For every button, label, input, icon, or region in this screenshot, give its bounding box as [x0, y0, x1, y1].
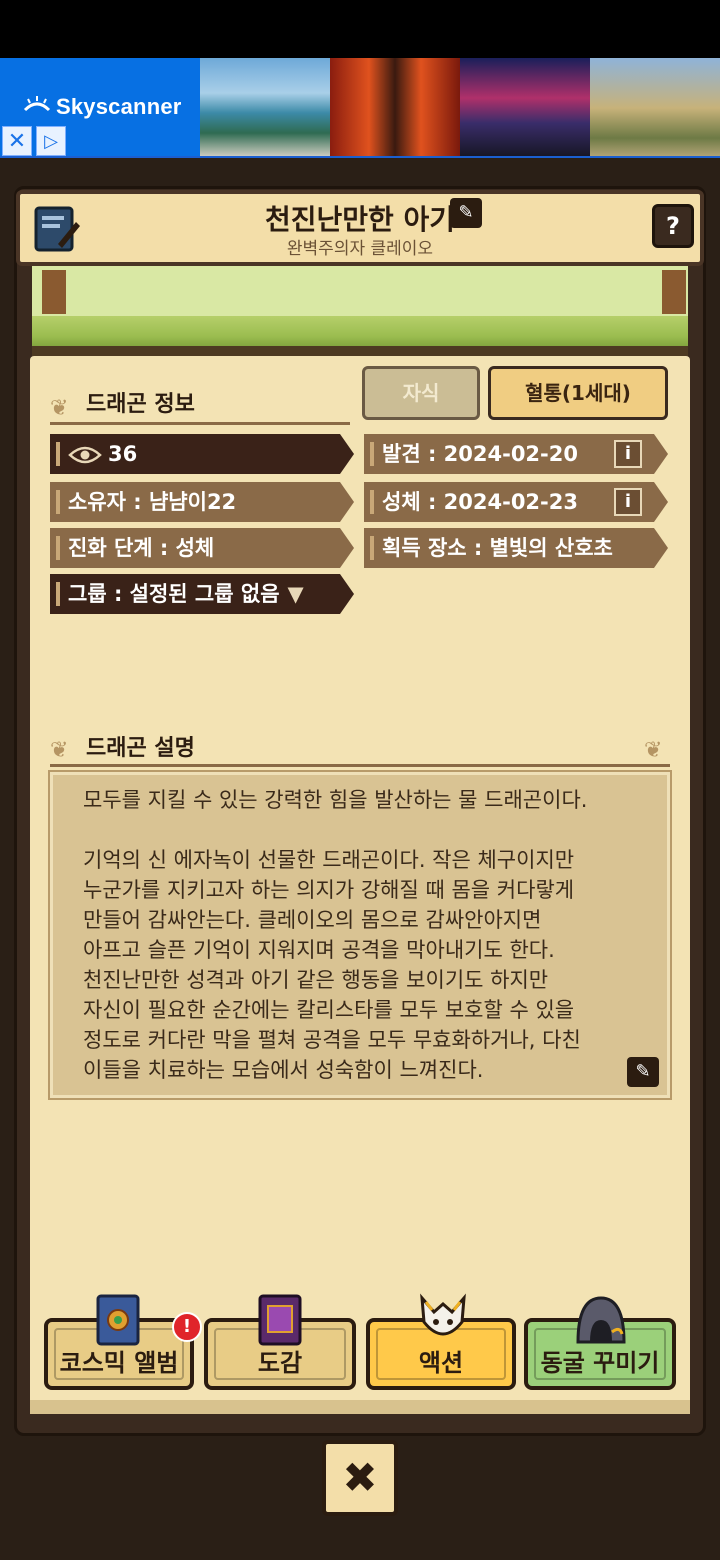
edit-description-button[interactable]: ✎ — [627, 1057, 659, 1087]
help-button[interactable]: ? — [652, 204, 694, 248]
tab-child[interactable]: 자식 — [362, 366, 480, 420]
album-label: 코스믹 앨범 — [59, 1349, 179, 1377]
info-section-title: 드래곤 정보 — [86, 392, 195, 417]
ad-banner[interactable]: Skyscanner ✕ ▷ — [0, 58, 720, 158]
leaf-icon: ❦ — [644, 738, 663, 763]
action-label: 액션 — [418, 1349, 464, 1377]
content-bottom-edge — [30, 1400, 690, 1414]
tag-accent — [56, 442, 60, 466]
location-text: 획득 장소 : 별빛의 산호초 — [382, 536, 613, 560]
edit-name-button[interactable]: ✎ — [450, 198, 482, 228]
scene-ground — [32, 346, 688, 356]
leaf-icon: ❦ — [50, 738, 69, 763]
tag-notch — [340, 482, 354, 522]
ad-photo-gates[interactable] — [330, 58, 460, 156]
ad-photo-city-night[interactable] — [460, 58, 590, 156]
ad-brand-name: Skyscanner — [56, 94, 182, 119]
dex-label: 도감 — [257, 1349, 303, 1377]
section-divider — [50, 422, 350, 425]
scene-post-right — [662, 270, 686, 314]
group-text: 그룹 : 설정된 그룹 없음 — [68, 582, 280, 606]
tab-lineage[interactable]: 혈통(1세대) — [488, 366, 668, 420]
eye-icon — [68, 446, 102, 464]
stage-tag: 진화 단계 : 성체 — [50, 528, 340, 568]
dragon-face-icon — [420, 1293, 466, 1336]
adult-tag: 성체 : 2024-02-23 i — [364, 482, 654, 522]
scene-post-left — [42, 270, 66, 314]
status-bar — [0, 0, 720, 58]
tag-accent — [370, 490, 374, 514]
cave-label: 동굴 꾸미기 — [540, 1349, 660, 1377]
ad-photo-city-day[interactable] — [590, 58, 720, 156]
description-box: 모두를 지킬 수 있는 강력한 힘을 발산하는 물 드래곤이다. 기억의 신 에… — [48, 770, 672, 1100]
album-book-icon — [96, 1294, 140, 1346]
tag-notch — [340, 528, 354, 568]
dex-book-icon — [258, 1294, 302, 1346]
tag-notch — [654, 482, 668, 522]
ad-info-icon[interactable]: ▷ — [36, 126, 66, 156]
alert-badge-icon: ! — [172, 1312, 202, 1342]
discovered-text: 발견 : 2024-02-20 — [382, 442, 578, 466]
section-divider — [50, 764, 670, 767]
close-button[interactable]: ✖ — [322, 1440, 398, 1516]
tag-accent — [56, 582, 60, 606]
tag-notch — [654, 528, 668, 568]
cave-decorate-button[interactable]: 동굴 꾸미기 — [524, 1296, 676, 1390]
leaf-icon: ❦ — [50, 396, 69, 421]
info-icon[interactable]: i — [614, 488, 642, 516]
tag-accent — [370, 536, 374, 560]
adult-text: 성체 : 2024-02-23 — [382, 490, 578, 514]
tag-accent — [56, 490, 60, 514]
dragon-dex-button[interactable]: 도감 — [204, 1294, 356, 1390]
description-text: 모두를 지킬 수 있는 강력한 힘을 발산하는 물 드래곤이다. 기억의 신 에… — [83, 788, 588, 1082]
info-icon[interactable]: i — [614, 440, 642, 468]
stage-text: 진화 단계 : 성체 — [68, 536, 215, 560]
tag-notch — [654, 434, 668, 474]
tag-notch — [340, 574, 354, 614]
dragon-header: 천진난만한 아기 ✎ 완벽주의자 클레이오 ? — [16, 190, 704, 266]
dragon-name: 천진난만한 아기 — [264, 203, 456, 236]
tag-accent — [56, 536, 60, 560]
group-dropdown[interactable]: 그룹 : 설정된 그룹 없음 ▼ — [50, 574, 340, 614]
discovered-tag: 발견 : 2024-02-20 i — [364, 434, 654, 474]
tag-notch — [340, 434, 354, 474]
cave-icon — [576, 1296, 626, 1344]
tag-accent — [370, 442, 374, 466]
chevron-down-icon: ▼ — [287, 582, 304, 606]
location-tag: 획득 장소 : 별빛의 산호초 — [364, 528, 654, 568]
views-count: 36 — [108, 442, 138, 466]
owner-text: 소유자 : 냠냠이22 — [68, 490, 237, 514]
ad-photo-coast[interactable] — [200, 58, 330, 156]
ad-close-icon[interactable]: ✕ — [2, 126, 32, 156]
desc-section-title: 드래곤 설명 — [86, 736, 195, 761]
action-button[interactable]: 액션 — [366, 1293, 516, 1390]
views-tag: 36 — [50, 434, 340, 474]
dragon-subtitle: 완벽주의자 클레이오 — [286, 239, 434, 259]
owner-tag: 소유자 : 냠냠이22 — [50, 482, 340, 522]
